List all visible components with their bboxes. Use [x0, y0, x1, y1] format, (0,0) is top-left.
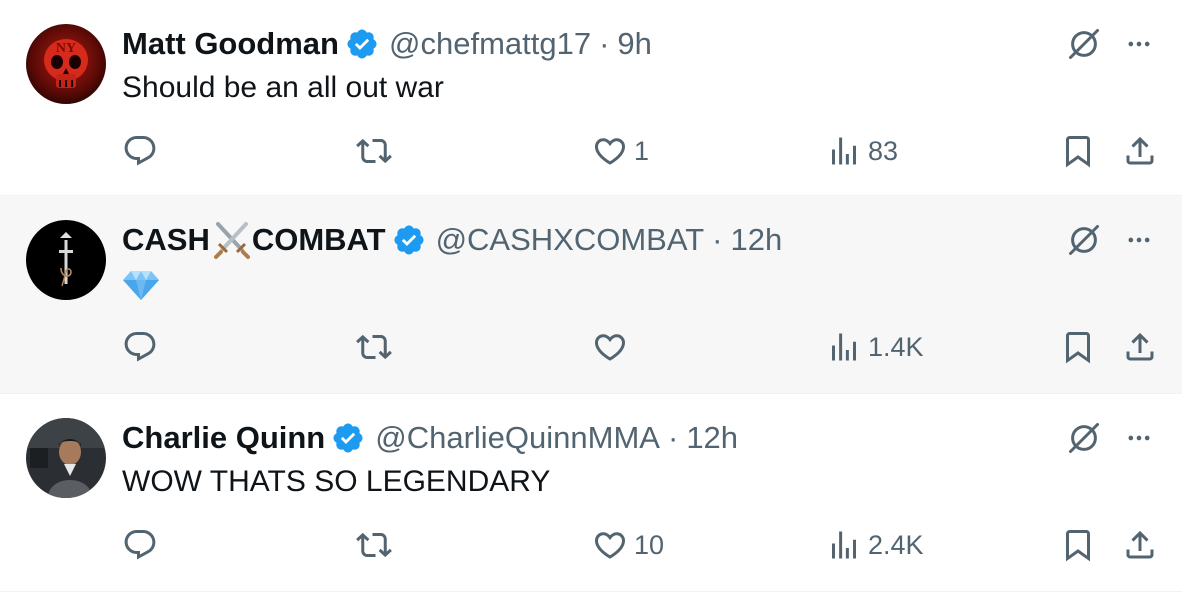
more-options-icon[interactable] — [1122, 424, 1156, 452]
heart-icon — [592, 527, 628, 563]
like-button[interactable]: 10 — [592, 520, 664, 570]
tweet[interactable]: CASH COMBAT @CASHXCOMBAT · 12h 1.4K — [0, 196, 1182, 394]
views-icon — [826, 133, 862, 169]
more-options-icon[interactable] — [1122, 226, 1156, 254]
separator-dot: · — [599, 26, 610, 61]
reply-icon — [122, 329, 158, 365]
heart-icon — [592, 133, 628, 169]
verified-badge-icon[interactable] — [331, 421, 365, 455]
tweet-header: Matt Goodman @chefmattg17 · 9h — [122, 22, 652, 66]
grok-icon[interactable] — [1066, 222, 1102, 258]
retweet-icon — [356, 329, 392, 365]
bookmark-button[interactable] — [1060, 126, 1096, 176]
separator-dot: · — [712, 222, 723, 257]
crossed-swords-icon — [213, 222, 250, 259]
timestamp[interactable]: 12h — [731, 218, 783, 262]
share-button[interactable] — [1122, 520, 1158, 570]
like-count: 10 — [634, 529, 665, 560]
views-button[interactable]: 1.4K — [826, 322, 924, 372]
timestamp[interactable]: 12h — [686, 416, 738, 460]
verified-badge-icon[interactable] — [392, 223, 426, 257]
view-count: 2.4K — [868, 529, 924, 560]
like-button[interactable] — [592, 322, 634, 372]
reply-icon — [122, 527, 158, 563]
cash-combat-logo-avatar[interactable] — [26, 220, 106, 300]
red-skull-avatar[interactable]: NY — [26, 24, 106, 104]
author-handle[interactable]: @chefmattg17 — [389, 22, 591, 66]
timestamp[interactable]: 9h — [617, 22, 651, 66]
verified-badge-icon[interactable] — [345, 27, 379, 61]
bookmark-icon — [1060, 527, 1096, 563]
share-button[interactable] — [1122, 126, 1158, 176]
heart-icon — [592, 329, 628, 365]
like-button[interactable]: 1 — [592, 126, 649, 176]
more-options-icon[interactable] — [1122, 30, 1156, 58]
bookmark-icon — [1060, 133, 1096, 169]
separator-dot: · — [667, 420, 679, 455]
grok-icon[interactable] — [1066, 420, 1102, 456]
view-count: 1.4K — [868, 331, 924, 362]
action-bar: 1.4K — [0, 322, 1182, 372]
author-name-part1[interactable]: CASH — [122, 218, 210, 262]
retweet-button[interactable] — [356, 322, 392, 372]
author-handle[interactable]: @CharlieQuinnMMA — [375, 416, 660, 460]
tweet-text: WOW THATS SO LEGENDARY — [122, 465, 551, 498]
action-bar: 1 83 — [0, 126, 1182, 176]
tweet-header: Charlie Quinn @CharlieQuinnMMA · 12h — [122, 416, 738, 460]
views-icon — [826, 329, 862, 365]
retweet-icon — [356, 133, 392, 169]
author-name[interactable]: Matt Goodman — [122, 22, 339, 66]
views-icon — [826, 527, 862, 563]
tweet-text: Should be an all out war — [122, 71, 444, 104]
bookmark-button[interactable] — [1060, 520, 1096, 570]
action-bar: 10 2.4K — [0, 520, 1182, 570]
tweet[interactable]: NY Matt Goodman @chefmattg17 · 9h Should… — [0, 0, 1182, 196]
share-icon — [1122, 329, 1158, 365]
reply-button[interactable] — [122, 322, 158, 372]
like-count: 1 — [634, 135, 650, 166]
retweet-button[interactable] — [356, 520, 392, 570]
reply-button[interactable] — [122, 520, 158, 570]
bookmark-button[interactable] — [1060, 322, 1096, 372]
share-button[interactable] — [1122, 322, 1158, 372]
gem-stone-icon — [123, 271, 159, 300]
tweet-text — [122, 262, 160, 315]
bookmark-icon — [1060, 329, 1096, 365]
svg-text:NY: NY — [56, 41, 76, 56]
reply-icon — [122, 133, 158, 169]
retweet-button[interactable] — [356, 126, 392, 176]
tweet-header: CASH COMBAT @CASHXCOMBAT · 12h — [122, 218, 782, 262]
author-name-part2[interactable]: COMBAT — [252, 218, 386, 262]
person-photo-avatar[interactable] — [26, 418, 106, 498]
share-icon — [1122, 133, 1158, 169]
tweet[interactable]: Charlie Quinn @CharlieQuinnMMA · 12h WOW… — [0, 394, 1182, 592]
reply-button[interactable] — [122, 126, 158, 176]
author-handle[interactable]: @CASHXCOMBAT — [436, 218, 705, 262]
view-count: 83 — [868, 135, 899, 166]
share-icon — [1122, 527, 1158, 563]
grok-icon[interactable] — [1066, 26, 1102, 62]
retweet-icon — [356, 527, 392, 563]
views-button[interactable]: 2.4K — [826, 520, 924, 570]
views-button[interactable]: 83 — [826, 126, 898, 176]
author-name[interactable]: Charlie Quinn — [122, 416, 325, 460]
